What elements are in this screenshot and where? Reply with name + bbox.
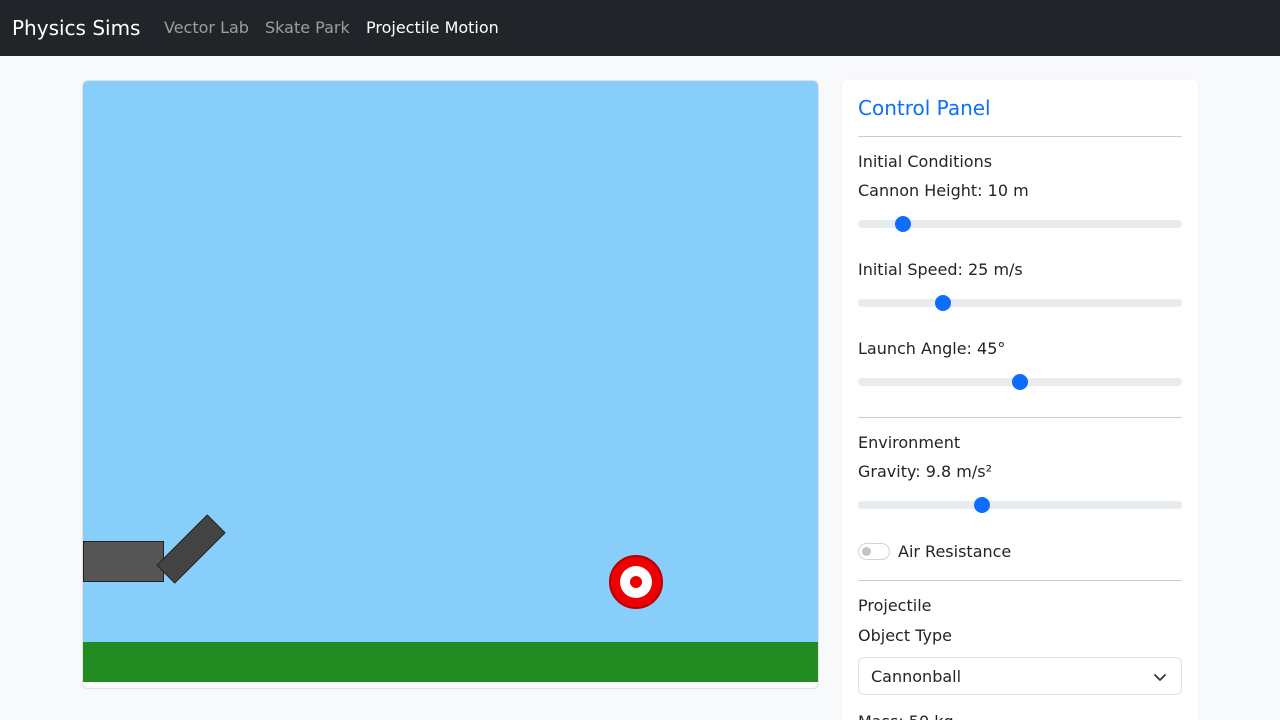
launch-angle-slider[interactable] [858, 374, 1182, 390]
mass-label: Mass: 50 kg [858, 712, 954, 720]
toggle-knob [862, 547, 871, 556]
gravity-label: Gravity: 9.8 m/s² [858, 462, 993, 481]
chevron-down-icon [1154, 674, 1166, 681]
section-environment: Environment [858, 433, 961, 452]
control-panel: Control Panel Initial Conditions Cannon … [842, 80, 1198, 720]
simulation-canvas[interactable] [82, 80, 819, 689]
object-type-select[interactable]: Cannonball [858, 657, 1182, 695]
initial-speed-slider[interactable] [858, 295, 1182, 311]
launch-angle-label: Launch Angle: 45° [858, 339, 1006, 358]
air-resistance-label: Air Resistance [898, 542, 1012, 561]
section-projectile: Projectile [858, 596, 932, 615]
gravity-slider[interactable] [858, 497, 1182, 513]
slider-thumb[interactable] [973, 497, 990, 513]
cannon-base [83, 541, 164, 582]
cannon-height-slider[interactable] [858, 216, 1182, 232]
air-resistance-toggle[interactable] [858, 543, 890, 560]
nav-link-projectile-motion[interactable]: Projectile Motion [366, 18, 499, 38]
object-type-label: Object Type [858, 626, 952, 645]
ground [83, 642, 818, 682]
slider-thumb[interactable] [894, 216, 911, 232]
slider-track [858, 501, 1182, 509]
divider [858, 580, 1182, 581]
cannon-height-label: Cannon Height: 10 m [858, 181, 1029, 200]
initial-speed-label: Initial Speed: 25 m/s [858, 260, 1023, 279]
slider-track [858, 299, 1182, 307]
nav-link-vector-lab[interactable]: Vector Lab [164, 18, 249, 38]
slider-thumb[interactable] [1012, 374, 1028, 390]
divider [858, 417, 1182, 418]
brand-link[interactable]: Physics Sims [12, 15, 140, 41]
object-type-value: Cannonball [871, 667, 962, 686]
nav-link-skate-park[interactable]: Skate Park [265, 18, 350, 38]
panel-title: Control Panel [858, 96, 991, 120]
top-navbar: Physics Sims Vector Lab Skate Park Proje… [0, 0, 1280, 56]
divider [858, 136, 1182, 137]
bullseye-target-icon [609, 555, 663, 609]
slider-thumb[interactable] [935, 295, 951, 311]
section-initial-conditions: Initial Conditions [858, 152, 993, 171]
